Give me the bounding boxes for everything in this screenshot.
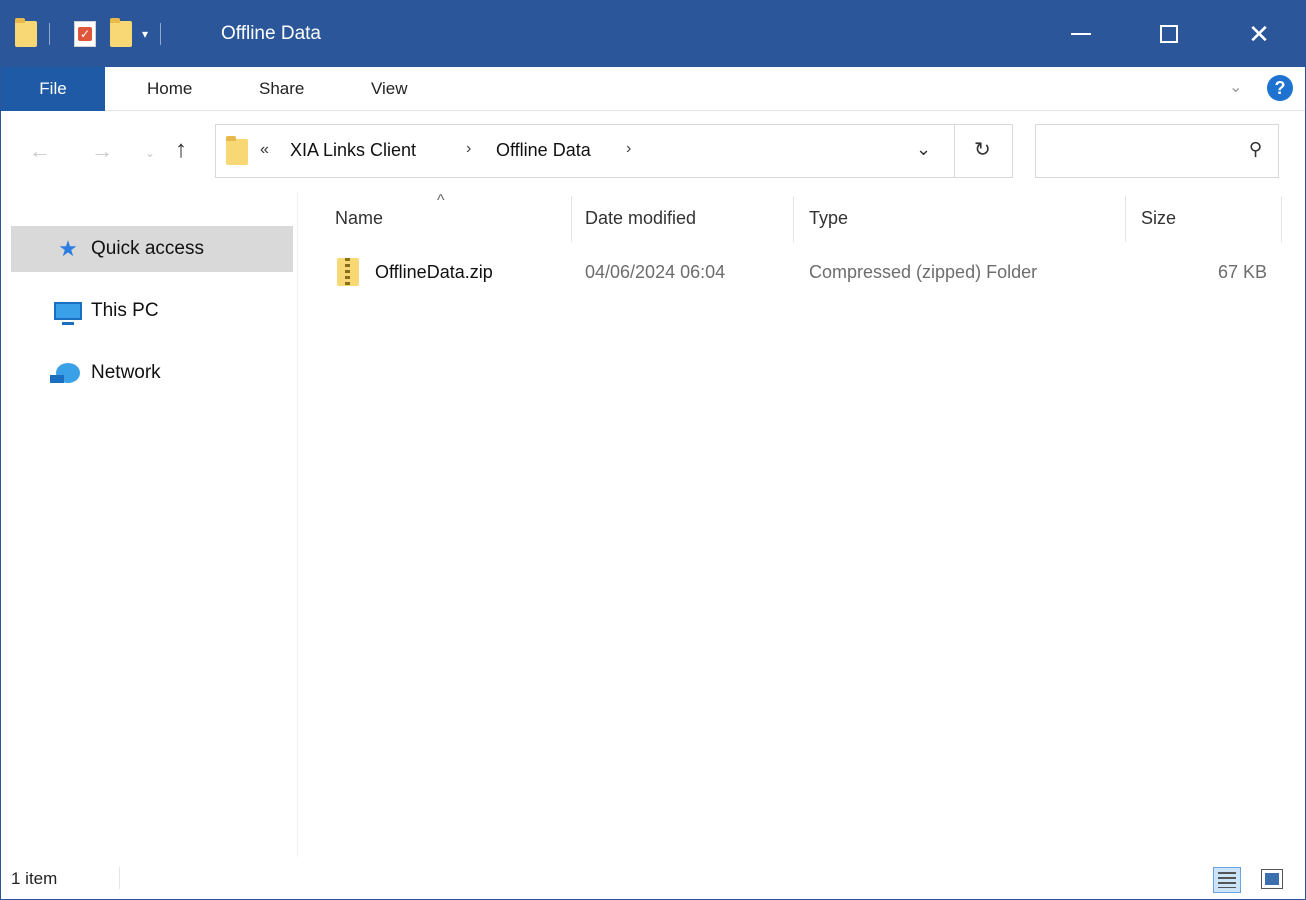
search-input[interactable]: ⚲ (1035, 124, 1279, 178)
large-icons-view-icon[interactable] (1261, 869, 1283, 889)
nav-item-label: This PC (91, 300, 159, 321)
address-dropdown-icon[interactable]: ⌄ (916, 139, 931, 160)
breadcrumb-xia-links-client[interactable]: XIA Links Client (290, 140, 416, 161)
this-pc-icon (54, 302, 82, 325)
address-bar[interactable]: « XIA Links Client › Offline Data › ⌄ ↻ (215, 124, 1013, 178)
navigation-bar: ← → ⌄ ↑ « XIA Links Client › Offline Dat… (1, 112, 1305, 192)
tab-file[interactable]: File (1, 67, 105, 111)
details-view-icon[interactable] (1213, 867, 1241, 893)
column-resize-handle[interactable] (1125, 196, 1126, 242)
explorer-window: ▾ Offline Data ✕ File Home Share View ⌄ … (0, 0, 1306, 900)
status-divider (119, 867, 120, 889)
toolbar-separator (49, 23, 50, 45)
network-icon (50, 363, 80, 383)
column-header-name[interactable]: Name (335, 208, 383, 229)
ribbon: File Home Share View ⌄ ? (1, 67, 1305, 111)
breadcrumb-separator-icon[interactable]: › (626, 140, 631, 158)
breadcrumb-separator-icon[interactable]: › (466, 140, 471, 158)
tab-share[interactable]: Share (259, 79, 304, 99)
quick-access-toolbar: ▾ (15, 18, 173, 49)
quick-access-star-icon: ★ (58, 236, 78, 261)
window-title: Offline Data (221, 23, 321, 44)
new-folder-icon[interactable] (110, 18, 132, 47)
column-resize-handle[interactable] (1281, 196, 1282, 242)
zip-folder-icon (337, 258, 359, 286)
close-icon: ✕ (1248, 18, 1270, 49)
refresh-icon[interactable]: ↻ (974, 137, 991, 162)
folder-icon (226, 136, 248, 165)
close-button[interactable]: ✕ (1221, 1, 1297, 67)
search-icon[interactable]: ⚲ (1249, 139, 1262, 160)
pane-divider[interactable] (297, 192, 298, 857)
nav-item-label: Network (91, 362, 161, 383)
minimize-button[interactable] (1043, 1, 1119, 67)
file-type: Compressed (zipped) Folder (809, 262, 1038, 282)
column-resize-handle[interactable] (793, 196, 794, 242)
up-arrow-icon[interactable]: ↑ (175, 136, 187, 164)
breadcrumb-overflow-icon[interactable]: « (260, 141, 269, 159)
recent-locations-chevron-icon[interactable]: ⌄ (145, 146, 155, 160)
help-icon[interactable]: ? (1267, 75, 1293, 101)
forward-arrow-icon[interactable]: → (91, 138, 113, 164)
tab-view[interactable]: View (371, 79, 408, 99)
minimize-icon (1071, 33, 1091, 35)
maximize-button[interactable] (1131, 1, 1207, 67)
maximize-icon (1160, 25, 1178, 43)
address-divider (954, 125, 955, 177)
file-size: 67 KB (1217, 262, 1267, 282)
nav-item-network[interactable]: Network (11, 350, 293, 396)
tab-home[interactable]: Home (147, 79, 192, 99)
expand-ribbon-icon[interactable]: ⌄ (1229, 77, 1242, 97)
title-bar[interactable]: ▾ Offline Data ✕ (1, 1, 1305, 67)
customize-toolbar-dropdown-icon[interactable]: ▾ (142, 27, 148, 41)
file-row[interactable]: OfflineData.zip 04/06/2024 06:04 Compres… (331, 252, 1281, 292)
nav-item-this-pc[interactable]: This PC (11, 288, 293, 334)
navigation-pane: ★ Quick access This PC Network (1, 192, 297, 857)
toolbar-separator (160, 23, 162, 45)
column-header-type[interactable]: Type (809, 208, 848, 229)
properties-icon[interactable] (74, 21, 96, 47)
file-date-modified: 04/06/2024 06:04 (585, 262, 726, 282)
column-resize-handle[interactable] (571, 196, 572, 242)
item-count: 1 item (11, 869, 58, 888)
file-name: OfflineData.zip (375, 262, 493, 282)
breadcrumb-offline-data[interactable]: Offline Data (496, 140, 591, 161)
status-bar: 1 item (1, 857, 1305, 899)
file-list: ^ Name Date modified Type Size OfflineDa… (299, 192, 1305, 857)
column-header-size[interactable]: Size (1141, 208, 1176, 229)
column-header-date-modified[interactable]: Date modified (585, 208, 696, 229)
folder-icon[interactable] (15, 18, 37, 47)
nav-item-quick-access[interactable]: ★ Quick access (11, 226, 293, 272)
sort-ascending-icon: ^ (437, 192, 445, 209)
nav-item-label: Quick access (91, 238, 204, 259)
back-arrow-icon[interactable]: ← (29, 138, 51, 164)
